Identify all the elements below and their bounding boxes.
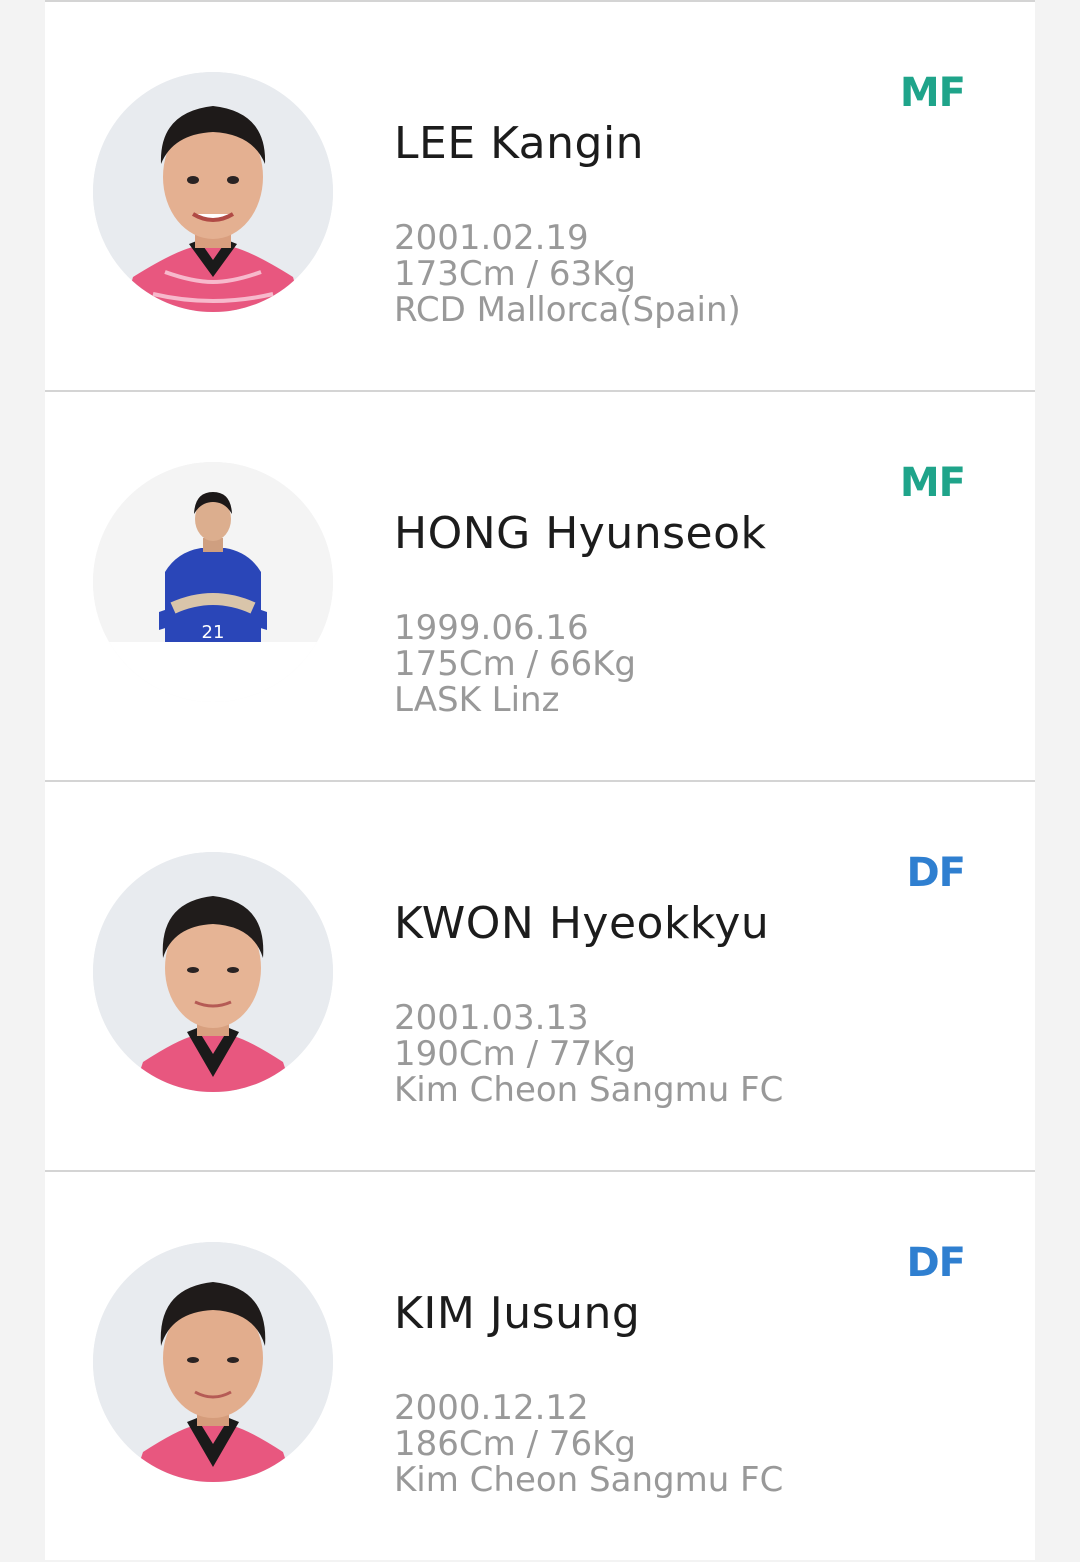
player-photo xyxy=(93,1242,333,1482)
player-height-weight: 190Cm / 77Kg xyxy=(394,1034,636,1074)
player-portrait-icon xyxy=(93,1242,333,1482)
player-club: Kim Cheon Sangmu FC xyxy=(394,1070,784,1110)
position-badge: DF xyxy=(906,850,966,896)
player-name: LEE Kangin xyxy=(394,118,645,169)
position-badge: DF xyxy=(906,1240,966,1286)
player-info: 1999.06.16 175Cm / 66Kg LASK Linz xyxy=(394,610,636,718)
player-name: KWON Hyeokkyu xyxy=(394,898,770,949)
player-height-weight: 173Cm / 63Kg xyxy=(394,254,636,294)
player-portrait-icon: 21 xyxy=(93,462,333,702)
player-card[interactable]: 21 HONG Hyunseok 1999.06.16 175Cm / 66Kg… xyxy=(45,392,1035,782)
player-birthdate: 1999.06.16 xyxy=(394,608,589,648)
player-birthdate: 2000.12.12 xyxy=(394,1388,589,1428)
player-club: LASK Linz xyxy=(394,680,560,720)
player-birthdate: 2001.02.19 xyxy=(394,218,589,258)
player-club: Kim Cheon Sangmu FC xyxy=(394,1460,784,1500)
player-info: 2001.03.13 190Cm / 77Kg Kim Cheon Sangmu… xyxy=(394,1000,783,1108)
svg-text:21: 21 xyxy=(202,622,225,643)
player-info: 2000.12.12 186Cm / 76Kg Kim Cheon Sangmu… xyxy=(394,1390,783,1498)
player-club: RCD Mallorca(Spain) xyxy=(394,290,741,330)
player-info: 2001.02.19 173Cm / 63Kg RCD Mallorca(Spa… xyxy=(394,220,741,328)
player-portrait-icon xyxy=(93,852,333,1092)
player-card[interactable]: KWON Hyeokkyu 2001.03.13 190Cm / 77Kg Ki… xyxy=(45,782,1035,1172)
player-name: KIM Jusung xyxy=(394,1288,641,1339)
player-card[interactable]: KIM Jusung 2000.12.12 186Cm / 76Kg Kim C… xyxy=(45,1172,1035,1562)
player-photo xyxy=(93,72,333,312)
player-height-weight: 175Cm / 66Kg xyxy=(394,644,636,684)
position-badge: MF xyxy=(899,460,966,506)
player-photo: 21 xyxy=(93,462,333,702)
player-name: HONG Hyunseok xyxy=(394,508,767,559)
player-birthdate: 2001.03.13 xyxy=(394,998,589,1038)
player-height-weight: 186Cm / 76Kg xyxy=(394,1424,636,1464)
player-photo xyxy=(93,852,333,1092)
position-badge: MF xyxy=(899,70,966,116)
player-portrait-icon xyxy=(93,72,333,312)
player-list: LEE Kangin 2001.02.19 173Cm / 63Kg RCD M… xyxy=(45,0,1035,1560)
player-card[interactable]: LEE Kangin 2001.02.19 173Cm / 63Kg RCD M… xyxy=(45,2,1035,392)
